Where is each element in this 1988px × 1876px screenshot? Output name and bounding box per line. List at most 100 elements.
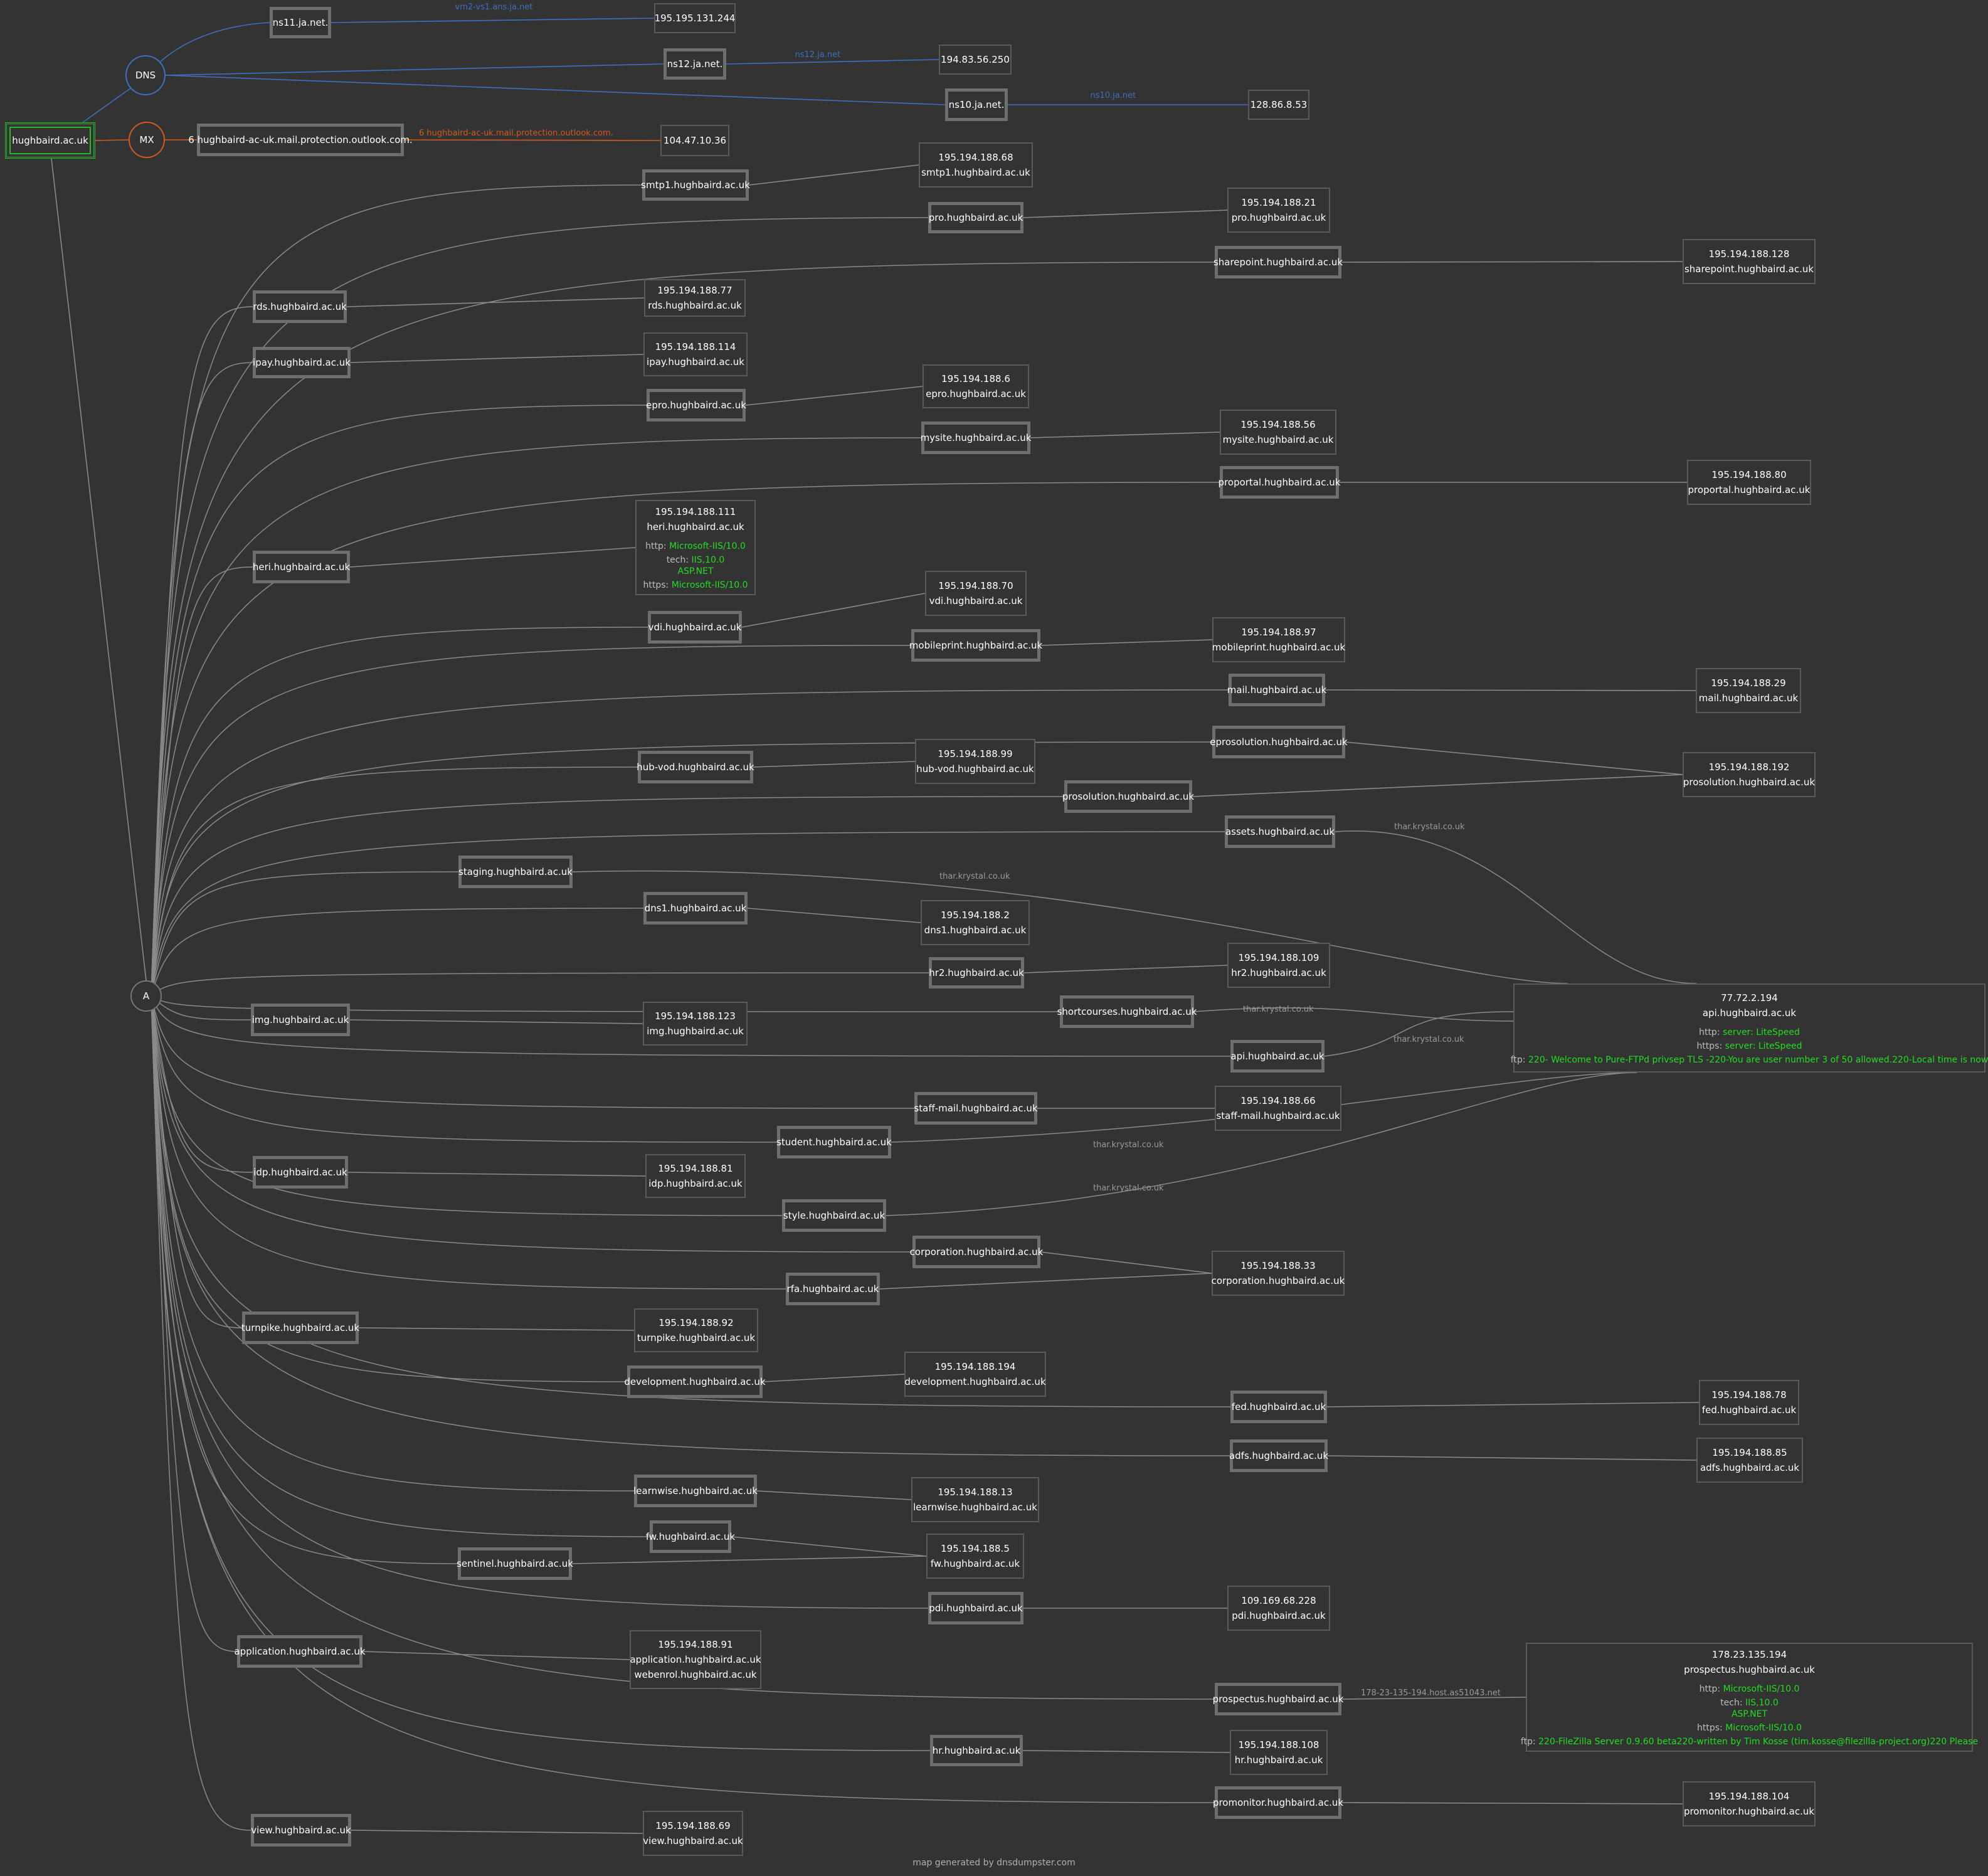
nameserver-node[interactable]: ns10.ja.net. <box>945 88 1008 121</box>
target-node[interactable]: 195.194.188.21 pro.hughbaird.ac.uk <box>1227 188 1330 233</box>
target-node[interactable]: 195.194.188.85 adfs.hughbaird.ac.uk <box>1696 1438 1803 1483</box>
host-node[interactable]: mail.hughbaird.ac.uk <box>1227 674 1326 706</box>
target-node[interactable]: 178.23.135.194 prospectus.hughbaird.ac.uk… <box>1521 1643 1978 1752</box>
host-node[interactable]: img.hughbaird.ac.uk <box>251 1004 350 1036</box>
nameserver-ip-node[interactable]: 128.86.8.53 <box>1248 90 1309 120</box>
host-node[interactable]: shortcourses.hughbaird.ac.uk <box>1057 995 1197 1028</box>
host-node[interactable]: hub-vod.hughbaird.ac.uk <box>637 751 754 783</box>
host-node[interactable]: eprosolution.hughbaird.ac.uk <box>1210 726 1348 758</box>
host-node[interactable]: promonitor.hughbaird.ac.uk <box>1213 1786 1343 1819</box>
target-node[interactable]: 195.194.188.104 promonitor.hughbaird.ac.u… <box>1683 1781 1816 1826</box>
nameserver-label: ns10.ja.net. <box>948 99 1005 110</box>
host-node[interactable]: dns1.hughbaird.ac.uk <box>643 892 748 925</box>
target-node[interactable]: 195.194.188.80 proportal.hughbaird.ac.uk <box>1687 460 1811 505</box>
target-node[interactable]: 195.194.188.192 prosolution.hughbaird.ac.… <box>1683 752 1816 797</box>
host-node[interactable]: application.hughbaird.ac.uk <box>234 1635 366 1668</box>
host-node[interactable]: learnwise.hughbaird.ac.uk <box>633 1475 758 1507</box>
target-node[interactable]: 195.194.188.29 mail.hughbaird.ac.uk <box>1696 668 1801 713</box>
host-node[interactable]: staging.hughbaird.ac.uk <box>458 856 573 888</box>
edge-dns-ns12 <box>165 63 664 76</box>
target-node[interactable]: 195.194.188.5 fw.hughbaird.ac.uk <box>926 1534 1024 1579</box>
host-node[interactable]: smtp1.hughbaird.ac.uk <box>641 169 750 201</box>
target-node[interactable]: 195.194.188.33 corporation.hughbaird.ac.u… <box>1212 1251 1345 1296</box>
host-node[interactable]: epro.hughbaird.ac.uk <box>646 389 746 421</box>
target-node[interactable]: 195.194.188.91 application.hughbaird.ac.u… <box>630 1630 761 1689</box>
ip-address: 109.169.68.228 <box>1241 1595 1316 1606</box>
service-key: ftp: <box>1520 1737 1536 1747</box>
host-node[interactable]: staff-mail.hughbaird.ac.uk <box>914 1092 1038 1125</box>
service-row: tech: IIS,10.0 <box>643 554 748 566</box>
host-node[interactable]: ipay.hughbaird.ac.uk <box>253 347 351 378</box>
host-node[interactable]: student.hughbaird.ac.uk <box>776 1126 892 1158</box>
host-node[interactable]: prospectus.hughbaird.ac.uk <box>1213 1683 1343 1715</box>
host-node[interactable]: idp.hughbaird.ac.uk <box>253 1156 348 1189</box>
target-node[interactable]: 195.194.188.78 fed.hughbaird.ac.uk <box>1699 1380 1799 1425</box>
target-node[interactable]: 195.194.188.66 staff-mail.hughbaird.ac.uk <box>1215 1086 1341 1131</box>
target-node[interactable]: 195.194.188.194 development.hughbaird.ac.… <box>904 1352 1046 1397</box>
nameserver-ip-node[interactable]: 195.195.131.244 <box>654 3 736 33</box>
host-node[interactable]: pdi.hughbaird.ac.uk <box>928 1592 1023 1624</box>
host-node[interactable]: sentinel.hughbaird.ac.uk <box>457 1547 573 1580</box>
nameserver-node[interactable]: ns11.ja.net. <box>270 7 331 38</box>
service-row: http: Microsoft-IIS/10.0 <box>643 541 748 552</box>
target-node[interactable]: 195.194.188.81 idp.hughbaird.ac.uk <box>645 1154 746 1198</box>
target-node[interactable]: 195.194.188.109 hr2.hughbaird.ac.uk <box>1227 943 1330 988</box>
target-node[interactable]: 195.194.188.6 epro.hughbaird.ac.uk <box>923 364 1029 408</box>
target-node[interactable]: 195.194.188.128 sharepoint.hughbaird.ac.u… <box>1683 239 1816 284</box>
target-node[interactable]: 109.169.68.228 pdi.hughbaird.ac.uk <box>1227 1586 1330 1631</box>
host-node[interactable]: fw.hughbaird.ac.uk <box>646 1520 735 1553</box>
host-node[interactable]: turnpike.hughbaird.ac.uk <box>241 1312 359 1344</box>
edge-h8-target <box>349 547 636 568</box>
service-key: http: <box>1699 1684 1721 1694</box>
target-node[interactable]: 195.194.188.114 ipay.hughbaird.ac.uk <box>643 332 748 376</box>
host-node[interactable]: vdi.hughbaird.ac.uk <box>648 611 742 644</box>
service-row: https: Microsoft-IIS/10.0 <box>643 580 748 591</box>
edge-h3-target <box>346 297 645 307</box>
edge-a-h17 <box>151 908 644 997</box>
host-node[interactable]: rfa.hughbaird.ac.uk <box>786 1273 880 1305</box>
host-node[interactable]: proportal.hughbaird.ac.uk <box>1219 466 1340 499</box>
mx-ip-node[interactable]: 104.47.10.36 <box>660 125 729 156</box>
host-node[interactable]: view.hughbaird.ac.uk <box>251 1814 351 1847</box>
hostname: smtp1.hughbaird.ac.uk <box>921 167 1030 178</box>
host-node[interactable]: sharepoint.hughbaird.ac.uk <box>1213 246 1343 278</box>
nameserver-node[interactable]: ns12.ja.net. <box>664 48 726 80</box>
nameserver-ip-node[interactable]: 194.83.56.250 <box>939 45 1012 75</box>
host-label: sentinel.hughbaird.ac.uk <box>457 1558 573 1569</box>
host-node[interactable]: rds.hughbaird.ac.uk <box>253 290 347 323</box>
target-node[interactable]: 195.194.188.68 smtp1.hughbaird.ac.uk <box>919 142 1033 188</box>
target-node[interactable]: 195.194.188.111 heri.hughbaird.ac.uk http:… <box>635 500 756 595</box>
host-node[interactable]: heri.hughbaird.ac.uk <box>253 551 350 583</box>
host-node[interactable]: pro.hughbaird.ac.uk <box>928 202 1023 233</box>
target-node[interactable]: 77.72.2.194 api.hughbaird.ac.uk http: serv… <box>1511 983 1988 1073</box>
host-node[interactable]: prosolution.hughbaird.ac.uk <box>1062 780 1194 813</box>
mx-host-node[interactable]: 6 hughbaird-ac-uk.mail.protection.outloo… <box>188 124 413 156</box>
via-edge-label: thar.krystal.co.uk <box>939 872 1010 881</box>
host-node[interactable]: style.hughbaird.ac.uk <box>782 1199 886 1232</box>
target-node[interactable]: 195.194.188.99 hub-vod.hughbaird.ac.uk <box>915 739 1035 784</box>
edge-h11-target <box>1324 689 1696 691</box>
target-node[interactable]: 195.194.188.2 dns1.hughbaird.ac.uk <box>921 900 1030 945</box>
root-domain-node[interactable]: hughbaird.ac.uk <box>5 122 95 159</box>
host-node[interactable]: fed.hughbaird.ac.uk <box>1230 1391 1327 1423</box>
target-node[interactable]: 195.194.188.56 mysite.hughbaird.ac.uk <box>1220 410 1336 455</box>
host-node[interactable]: hr2.hughbaird.ac.uk <box>929 957 1024 988</box>
host-node[interactable]: api.hughbaird.ac.uk <box>1230 1040 1324 1073</box>
target-node[interactable]: 195.194.188.123 img.hughbaird.ac.uk <box>643 1002 748 1046</box>
host-node[interactable]: corporation.hughbaird.ac.uk <box>910 1236 1043 1268</box>
host-node[interactable]: mysite.hughbaird.ac.uk <box>921 421 1031 454</box>
target-node[interactable]: 195.194.188.108 hr.hughbaird.ac.uk <box>1230 1730 1328 1775</box>
target-node[interactable]: 195.194.188.70 vdi.hughbaird.ac.uk <box>925 571 1027 616</box>
target-node[interactable]: 195.194.188.13 learnwise.hughbaird.ac.uk <box>911 1477 1039 1522</box>
host-node[interactable]: adfs.hughbaird.ac.uk <box>1229 1439 1328 1472</box>
target-node[interactable]: 195.194.188.97 mobileprint.hughbaird.ac.u… <box>1212 617 1345 662</box>
target-node[interactable]: 195.194.188.69 view.hughbaird.ac.uk <box>643 1811 743 1856</box>
service-value: Microsoft-IIS/10.0 <box>671 580 748 590</box>
host-node[interactable]: development.hughbaird.ac.uk <box>624 1365 766 1398</box>
host-node[interactable]: hr.hughbaird.ac.uk <box>930 1735 1023 1766</box>
target-node[interactable]: 195.194.188.77 rds.hughbaird.ac.uk <box>644 279 746 317</box>
host-node[interactable]: assets.hughbaird.ac.uk <box>1225 815 1335 848</box>
host-node[interactable]: mobileprint.hughbaird.ac.uk <box>909 629 1042 662</box>
edge-h28-target <box>358 1327 635 1331</box>
target-node[interactable]: 195.194.188.92 turnpike.hughbaird.ac.uk <box>634 1308 758 1352</box>
